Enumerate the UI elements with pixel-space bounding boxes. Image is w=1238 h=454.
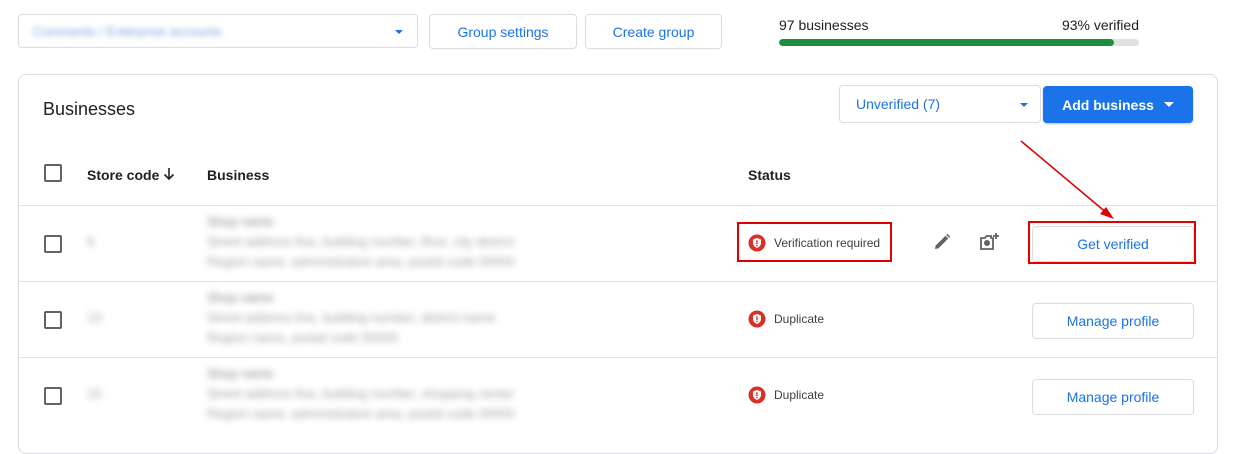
status-text: Duplicate (774, 388, 825, 402)
pencil-icon[interactable] (932, 232, 952, 252)
status-text: Verification required (774, 236, 881, 250)
verified-percent: 93% verified (1061, 17, 1139, 33)
get-verified-button[interactable]: Get verified (1032, 226, 1194, 262)
business-address: Region name, administrative area, postal… (207, 406, 515, 421)
dropdown-arrow-icon (1163, 102, 1174, 107)
store-code-cell: 13 (87, 310, 102, 325)
business-cell: Shop name Street address line, building … (207, 212, 707, 272)
business-name: Shop name (207, 290, 274, 305)
chevron-down-icon (1020, 103, 1028, 107)
table-row: 6 Shop name Street address line, buildin… (19, 205, 1217, 282)
business-name: Shop name (207, 366, 274, 381)
progress-bar-fill (779, 39, 1114, 46)
store-code-cell: 15 (87, 386, 102, 401)
group-select[interactable]: Comments / Enterprise accounts (18, 14, 418, 48)
status-filter-select[interactable]: Unverified (7) (839, 85, 1041, 123)
manage-profile-button[interactable]: Manage profile (1032, 379, 1194, 415)
table-row: 13 Shop name Street address line, buildi… (19, 281, 1217, 358)
table-row: 15 Shop name Street address line, buildi… (19, 357, 1217, 434)
group-settings-button[interactable]: Group settings (429, 14, 577, 49)
shield-alert-icon (748, 234, 766, 252)
card-title: Businesses (43, 99, 136, 119)
business-cell: Shop name Street address line, building … (207, 364, 707, 424)
store-code-cell: 6 (87, 234, 95, 249)
status-text: Duplicate (774, 312, 825, 326)
column-header-store-code[interactable]: Store code (87, 167, 159, 183)
select-all-checkbox[interactable] (44, 164, 62, 182)
add-business-label: Add business (1062, 96, 1154, 113)
business-address: Region name, administrative area, postal… (207, 254, 515, 269)
businesses-card: Businesses Unverified (7) Add business S… (18, 74, 1218, 454)
manage-profile-button[interactable]: Manage profile (1032, 303, 1194, 339)
row-checkbox[interactable] (44, 387, 62, 405)
add-photo-icon[interactable] (979, 231, 1001, 253)
shield-alert-icon (748, 310, 766, 328)
arrow-down-icon[interactable] (162, 167, 176, 181)
group-select-value: Comments / Enterprise accounts (33, 25, 222, 39)
progress-bar (779, 39, 1139, 46)
business-address: Street address line, building number, di… (207, 310, 496, 325)
status-badge: Verification required (748, 234, 880, 252)
status-badge: Duplicate (748, 386, 824, 404)
business-address: Region name, postal code 00000 (207, 330, 398, 345)
create-group-button[interactable]: Create group (585, 14, 722, 49)
chevron-down-icon (395, 30, 403, 34)
row-checkbox[interactable] (44, 311, 62, 329)
business-address: Street address line, building number, sh… (207, 386, 515, 401)
status-filter-value: Unverified (7) (856, 96, 941, 112)
row-checkbox[interactable] (44, 235, 62, 253)
add-business-button[interactable]: Add business (1043, 86, 1193, 123)
status-badge: Duplicate (748, 310, 824, 328)
business-address: Street address line, building number, fl… (207, 234, 515, 249)
shield-alert-icon (748, 386, 766, 404)
column-header-status: Status (748, 167, 791, 183)
business-cell: Shop name Street address line, building … (207, 288, 707, 348)
business-count: 97 businesses (779, 17, 869, 33)
column-header-business: Business (207, 167, 270, 183)
business-name: Shop name (207, 214, 274, 229)
